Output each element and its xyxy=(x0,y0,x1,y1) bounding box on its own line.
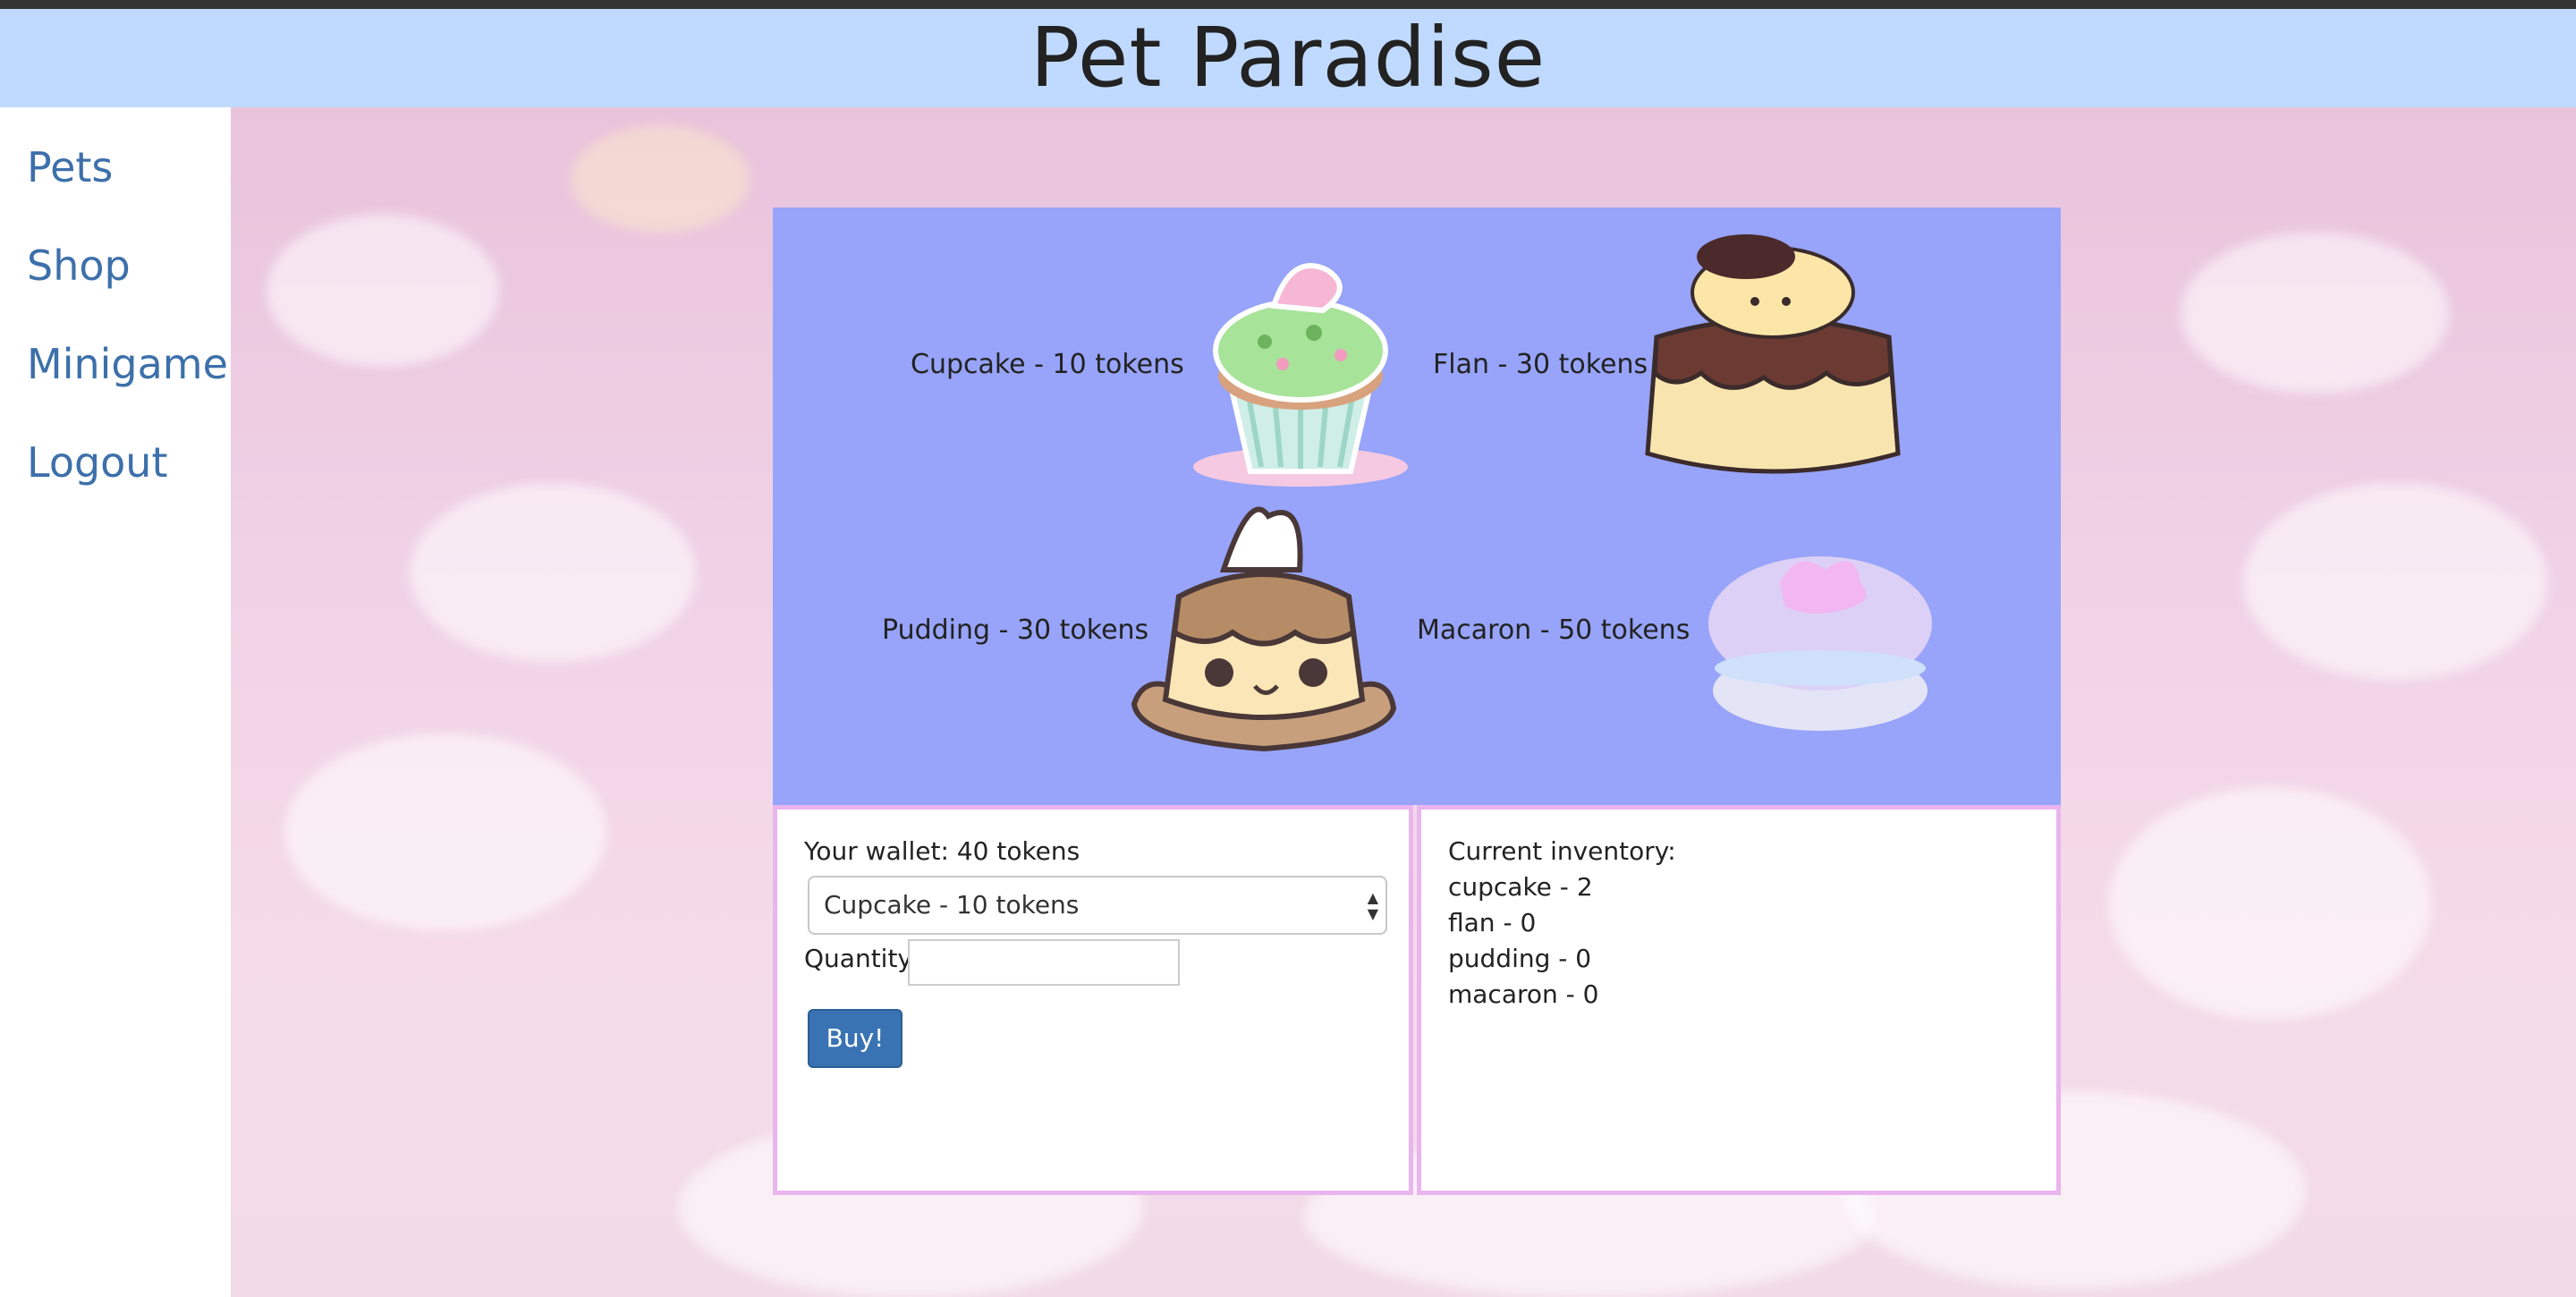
shop-items-panel: Cupcake - 10 tokens Flan - 30 tokens Pud… xyxy=(773,208,2061,805)
quantity-label: Quantity: xyxy=(804,944,919,973)
nav-link-shop[interactable]: Shop xyxy=(27,242,131,290)
flan-image[interactable] xyxy=(1630,230,1916,498)
shop-item-label-macaron: Macaron - 50 tokens xyxy=(1417,615,1690,646)
site-title: Pet Paradise xyxy=(1030,10,1546,106)
inventory-title: Current inventory: xyxy=(1448,836,1676,866)
shop-item-label-pudding: Pudding - 30 tokens xyxy=(882,615,1149,646)
select-arrows-icon: ▲ ▼ xyxy=(1367,889,1378,922)
sidebar-nav: Pets Shop Minigame Logout xyxy=(0,107,231,1297)
nav-link-pets[interactable]: Pets xyxy=(27,143,113,191)
site-header: Pet Paradise xyxy=(0,9,2576,107)
wallet-text: Your wallet: 40 tokens xyxy=(804,836,1080,866)
shop-item-label-flan: Flan - 30 tokens xyxy=(1433,349,1648,380)
buy-button[interactable]: Buy! xyxy=(808,1009,902,1068)
macaron-image[interactable] xyxy=(1699,538,1941,744)
inventory-box: Current inventory: cupcake - 2 flan - 0 … xyxy=(1417,805,2061,1195)
item-select[interactable]: Cupcake - 10 tokens ▲ ▼ xyxy=(808,876,1387,935)
inventory-line-flan: flan - 0 xyxy=(1448,908,1537,937)
shop-item-label-cupcake: Cupcake - 10 tokens xyxy=(911,349,1184,380)
inventory-line-macaron: macaron - 0 xyxy=(1448,979,1599,1009)
quantity-input[interactable] xyxy=(908,939,1180,986)
top-strip xyxy=(0,0,2576,9)
item-select-value: Cupcake - 10 tokens xyxy=(824,890,1080,920)
pudding-image[interactable] xyxy=(1116,498,1411,767)
purchase-box: Your wallet: 40 tokens Cupcake - 10 toke… xyxy=(773,805,1413,1195)
inventory-line-cupcake: cupcake - 2 xyxy=(1448,872,1593,902)
inventory-line-pudding: pudding - 0 xyxy=(1448,944,1592,973)
cupcake-image[interactable] xyxy=(1175,243,1426,494)
nav-link-logout[interactable]: Logout xyxy=(27,438,168,487)
nav-link-minigame[interactable]: Minigame xyxy=(27,340,228,388)
